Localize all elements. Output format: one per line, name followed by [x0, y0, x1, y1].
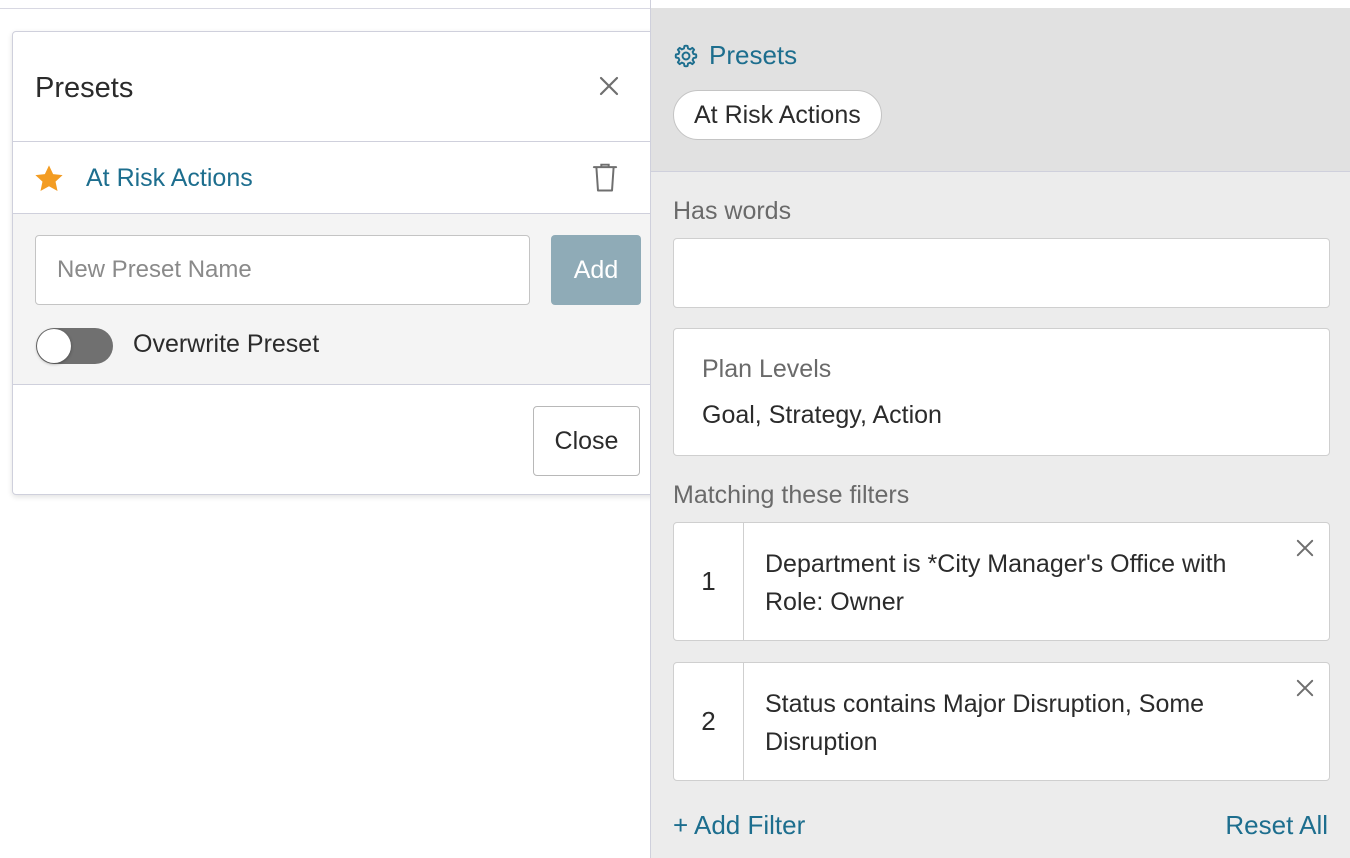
has-words-label: Has words: [673, 197, 792, 225]
overwrite-preset-toggle[interactable]: [36, 328, 113, 364]
close-icon: [1296, 679, 1314, 697]
filter-number: 2: [674, 663, 744, 780]
close-icon: [599, 76, 619, 96]
remove-filter-button[interactable]: [1290, 533, 1320, 563]
add-preset-section: Add Overwrite Preset: [13, 214, 660, 385]
star-icon: [35, 165, 63, 191]
filter-description: Department is *City Manager's Office wit…: [765, 550, 1227, 616]
filter-number: 1: [674, 523, 744, 640]
filter-card[interactable]: 2 Status contains Major Disruption, Some…: [673, 662, 1330, 781]
plan-levels-value: Goal, Strategy, Action: [702, 401, 942, 429]
modal-title: Presets: [35, 72, 134, 104]
matching-filters-label: Matching these filters: [673, 481, 910, 509]
filters-panel: Presets At Risk Actions Has words Plan L…: [650, 0, 1350, 858]
has-words-input[interactable]: [673, 238, 1330, 308]
preset-name-link[interactable]: At Risk Actions: [86, 164, 253, 193]
presets-link-label: Presets: [709, 40, 798, 70]
trash-icon[interactable]: [590, 161, 620, 193]
preset-list-item[interactable]: At Risk Actions: [13, 142, 660, 214]
modal-close-button[interactable]: [593, 70, 625, 102]
remove-filter-button[interactable]: [1290, 673, 1320, 703]
presets-band: Presets At Risk Actions: [651, 0, 1350, 172]
new-preset-name-input[interactable]: [35, 235, 530, 305]
left-content-area: Presets At Risk Actions New Preset Name …: [0, 0, 661, 858]
add-preset-button[interactable]: Add: [551, 235, 641, 305]
top-divider: [0, 8, 650, 9]
presets-modal: Presets At Risk Actions New Preset Name …: [12, 31, 661, 495]
app-stage: Presets At Risk Actions New Preset Name …: [0, 0, 1350, 858]
plan-levels-title: Plan Levels: [702, 355, 832, 383]
modal-header: Presets: [13, 32, 660, 142]
gear-icon: [674, 44, 698, 67]
presets-link[interactable]: Presets: [673, 40, 797, 71]
active-preset-chip[interactable]: At Risk Actions: [673, 90, 882, 140]
close-button[interactable]: Close: [533, 406, 640, 476]
plan-levels-select[interactable]: Plan Levels Goal, Strategy, Action: [673, 328, 1330, 456]
filter-card[interactable]: 1 Department is *City Manager's Office w…: [673, 522, 1330, 641]
close-icon: [1296, 539, 1314, 557]
toggle-knob: [37, 329, 71, 363]
add-filter-link[interactable]: + Add Filter: [673, 810, 805, 841]
reset-all-link[interactable]: Reset All: [1225, 810, 1328, 841]
filter-description: Status contains Major Disruption, Some D…: [765, 690, 1205, 756]
modal-footer: Close: [13, 385, 660, 494]
overwrite-preset-label: Overwrite Preset: [133, 330, 320, 358]
